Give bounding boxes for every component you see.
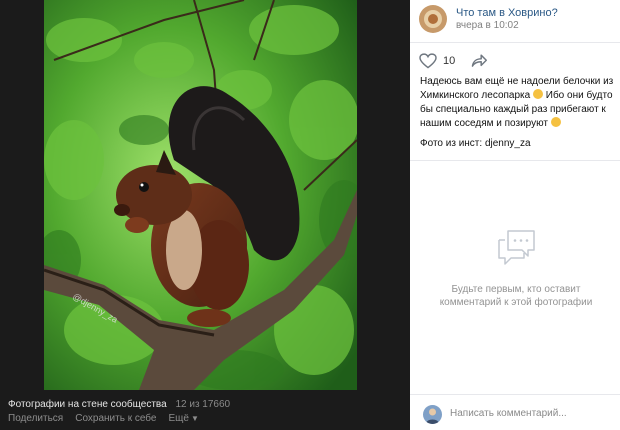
squirrel-photo-image: @djenny_za	[44, 0, 357, 390]
post-text: Надеюсь вам ещё не надоели белочки из Хи…	[420, 75, 616, 131]
share-link[interactable]: Поделиться	[8, 413, 63, 424]
comments-icon	[498, 230, 535, 265]
album-title[interactable]: Фотографии на стене сообщества	[8, 399, 167, 410]
post-header: Что там в Ховрино? вчера в 10:02	[410, 0, 620, 40]
post-sidebar: Что там в Ховрино? вчера в 10:02 10 Наде…	[410, 0, 620, 430]
photo-actions: Поделиться Сохранить к себе Ещё ▼	[8, 413, 199, 424]
like-count: 10	[443, 55, 456, 67]
divider	[410, 160, 620, 161]
save-link[interactable]: Сохранить к себе	[75, 413, 156, 424]
smile-emoji-icon	[532, 89, 543, 99]
grin-emoji-icon	[550, 117, 561, 127]
chevron-down-icon: ▼	[190, 414, 199, 423]
photo-viewer: @djenny_za Фотографии на стене сообществ…	[0, 0, 410, 430]
user-avatar[interactable]	[423, 405, 442, 424]
photo-counter: 12 из 17660	[175, 399, 231, 410]
photo-source: Фото из инст: djenny_za	[420, 138, 531, 149]
comment-composer	[410, 394, 620, 430]
more-menu[interactable]: Ещё ▼	[168, 413, 198, 424]
group-avatar[interactable]	[419, 5, 447, 33]
post-time[interactable]: вчера в 10:02	[456, 20, 519, 31]
empty-comments-text: Будьте первым, кто оставит комментарий к…	[439, 284, 593, 308]
more-label: Ещё	[168, 413, 189, 424]
group-name-link[interactable]: Что там в Ховрино?	[456, 7, 558, 19]
share-icon[interactable]	[470, 53, 488, 69]
heart-icon	[419, 53, 437, 69]
album-meta: Фотографии на стене сообщества 12 из 176…	[8, 399, 230, 410]
photo[interactable]: @djenny_za	[44, 0, 357, 390]
comment-input[interactable]	[450, 403, 610, 423]
like-button[interactable]: 10	[419, 53, 455, 69]
divider	[410, 42, 620, 43]
